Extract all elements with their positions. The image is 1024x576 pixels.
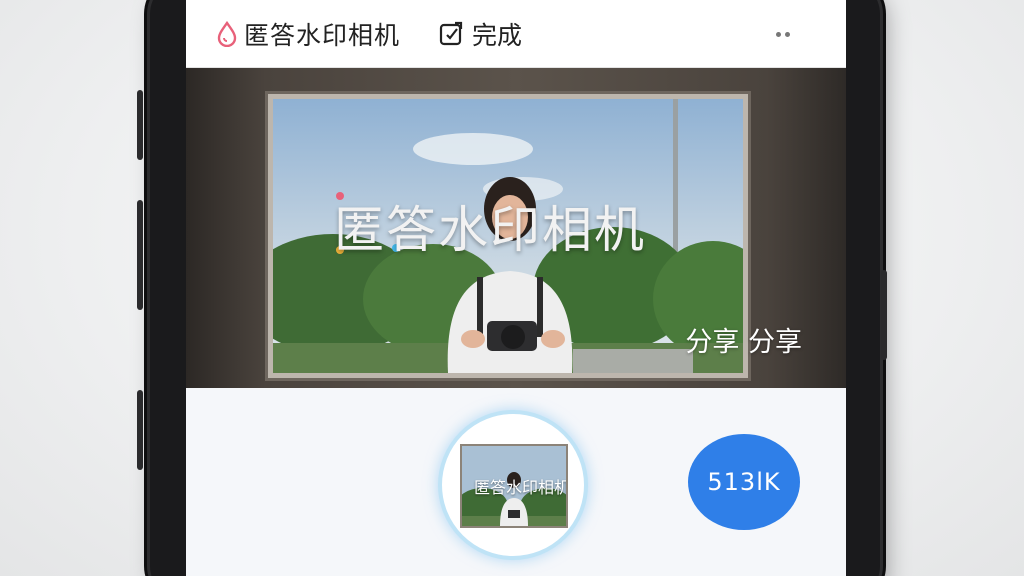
camera-preview[interactable]: 匿答水印相机 分享 分享 [186, 68, 846, 388]
thumbnail-watermark: 匿答水印相机 [474, 478, 568, 497]
share-label[interactable]: 分享 分享 [685, 320, 802, 359]
gallery-thumbnail[interactable]: 匿答水印相机 [438, 410, 588, 560]
done-label: 完成 [472, 20, 523, 50]
watermark-text[interactable]: 匿答水印相机 [334, 190, 646, 262]
app-title: 匿答水印相机 [244, 20, 401, 50]
app-brand: 匿答水印相机 [216, 16, 400, 52]
capture-button[interactable]: 513lK [688, 434, 800, 530]
water-drop-icon [217, 20, 237, 47]
top-bar: 匿答水印相机 完成 [186, 0, 846, 68]
phone-side-button [137, 390, 143, 470]
phone-screen: 匿答水印相机 完成 匿答水印相机 分享 分享 匿答水印相机 513lK [186, 0, 846, 576]
more-dots-icon [776, 31, 781, 37]
phone-side-button [137, 200, 143, 310]
more-button[interactable] [768, 26, 798, 42]
done-button[interactable]: 完成 [438, 16, 522, 52]
bottom-controls: 匿答水印相机 513lK [186, 388, 846, 576]
thumbnail-photo: 匿答水印相机 [460, 444, 568, 528]
more-dots-icon [785, 31, 790, 37]
edit-square-icon [439, 21, 463, 45]
phone-side-button [881, 270, 887, 360]
phone-side-button [137, 90, 143, 160]
